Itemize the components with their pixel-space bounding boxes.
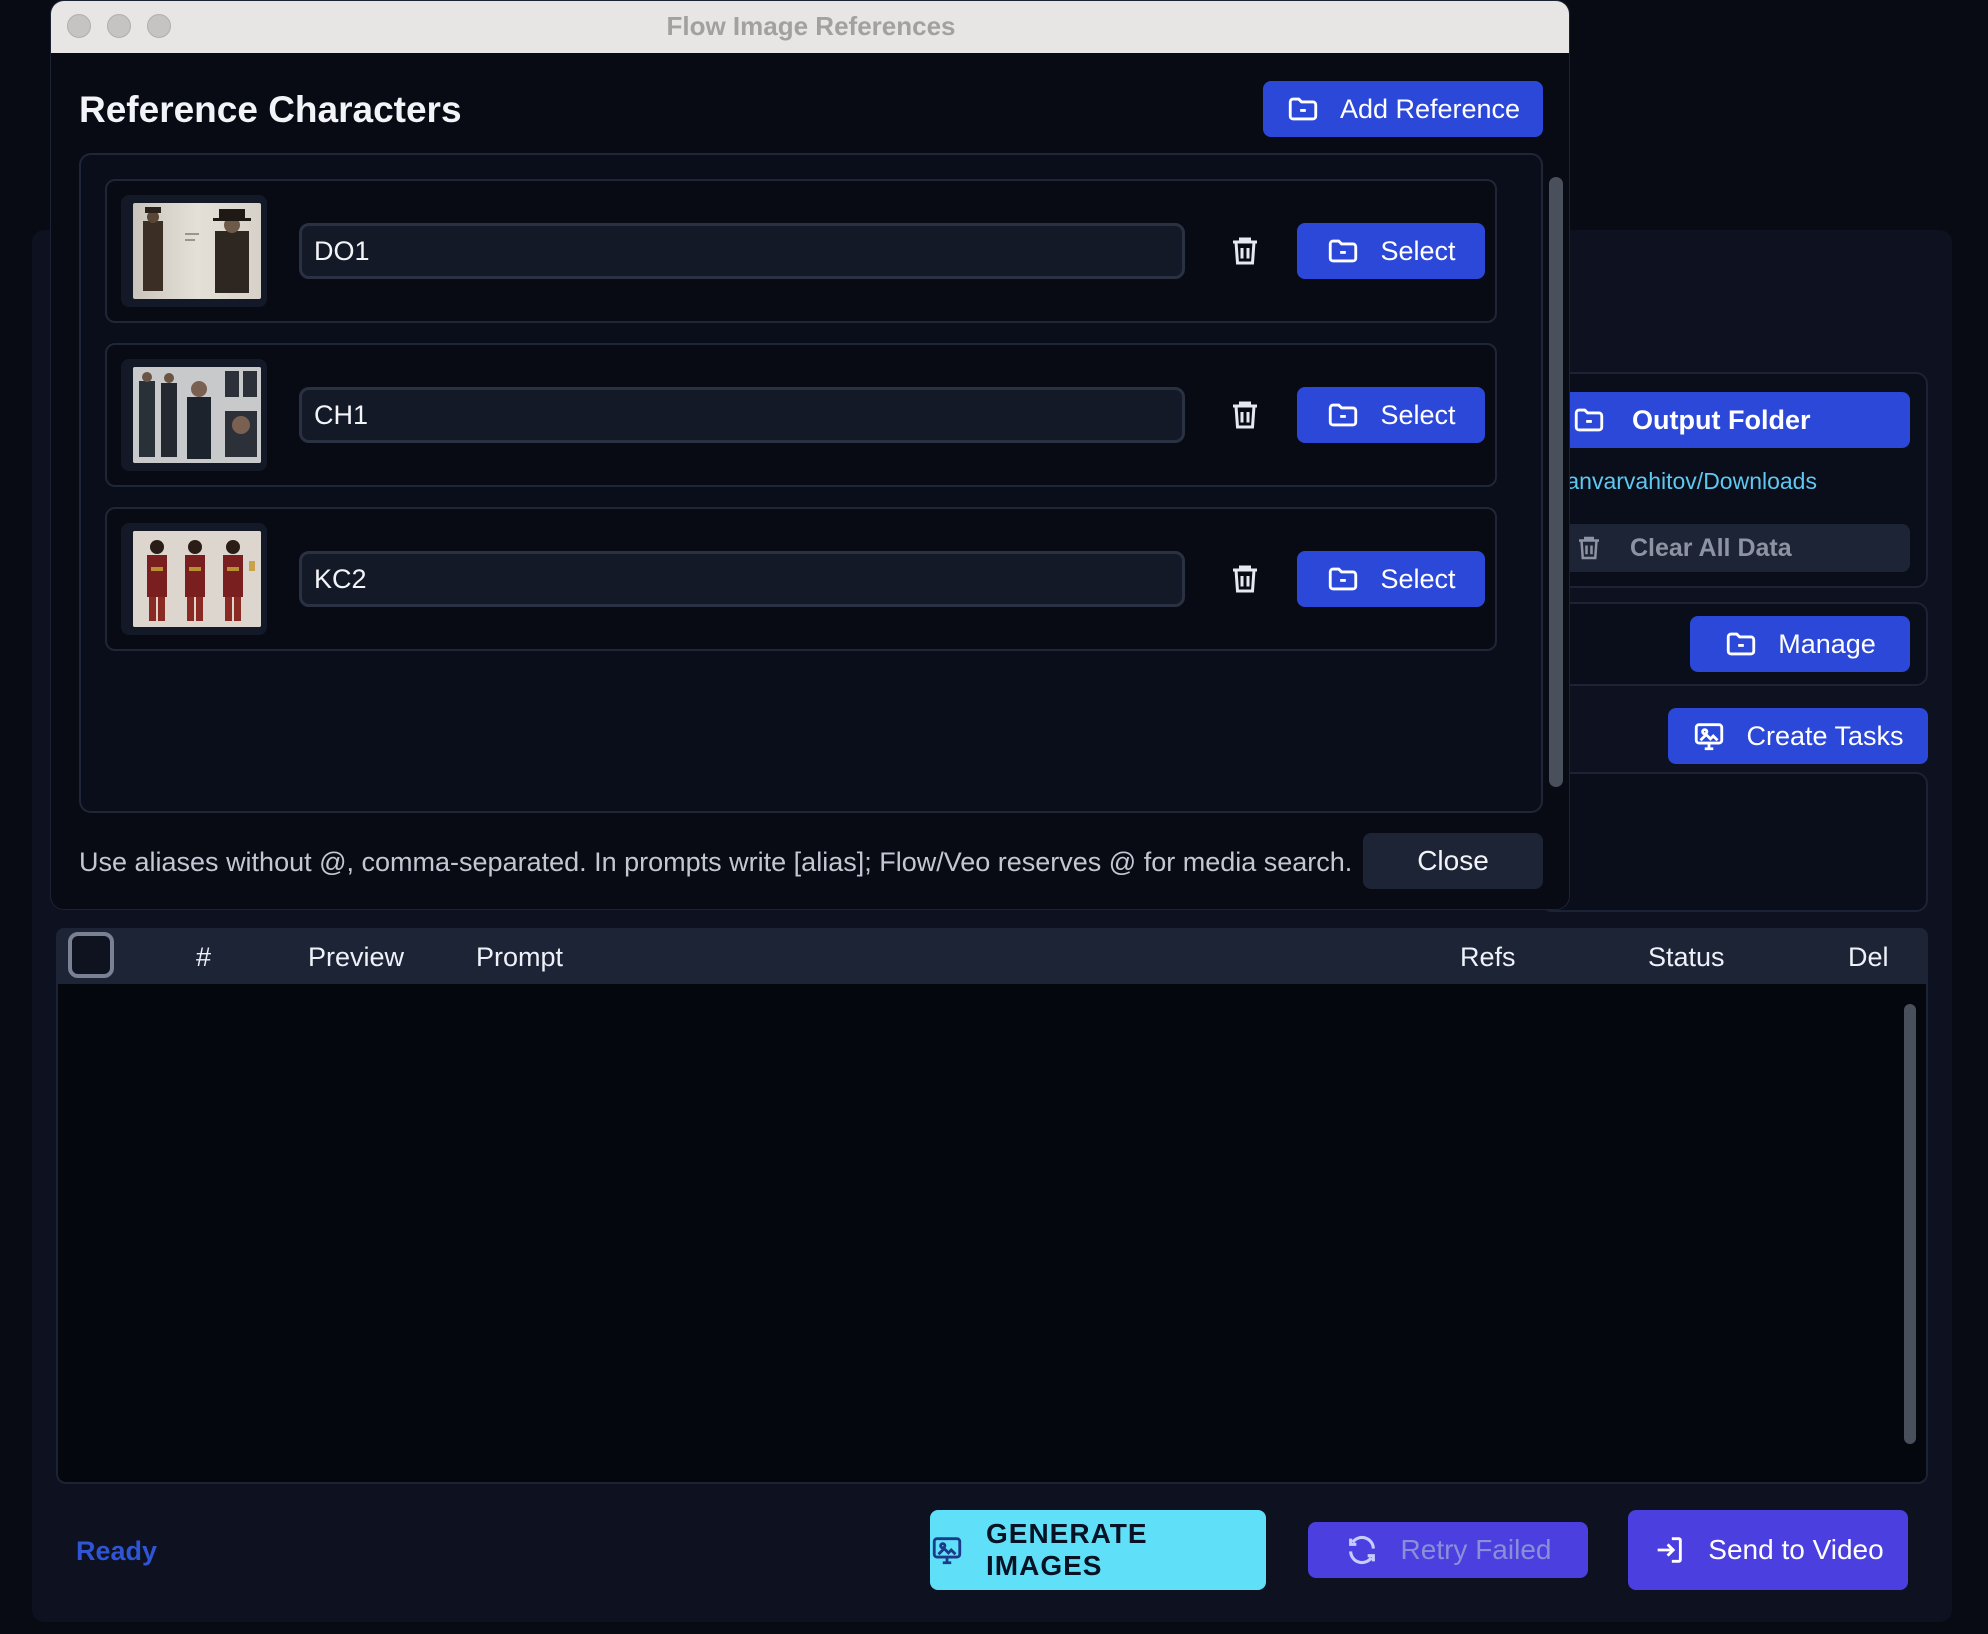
reference-thumbnail[interactable] <box>121 523 267 635</box>
reference-row: Select <box>105 507 1497 651</box>
status-text: Ready <box>76 1536 158 1566</box>
output-folder-label: Output Folder <box>1632 404 1811 435</box>
alias-input[interactable] <box>299 551 1185 607</box>
refresh-icon <box>1345 1533 1379 1567</box>
select-label: Select <box>1380 235 1456 266</box>
reference-row: Select <box>105 343 1497 487</box>
send-icon <box>1652 1533 1686 1567</box>
folder-icon <box>1326 562 1360 596</box>
clear-all-data-button[interactable]: Clear All Data <box>1558 524 1910 572</box>
reference-row: Select <box>105 179 1497 323</box>
folder-icon <box>1326 398 1360 432</box>
create-tasks-label: Create Tasks <box>1746 720 1904 751</box>
column-status[interactable]: Status <box>1648 942 1725 973</box>
reference-image <box>133 531 261 627</box>
generate-images-button[interactable]: GENERATE IMAGES <box>930 1510 1266 1590</box>
retry-failed-label: Retry Failed <box>1400 1534 1552 1565</box>
prompt-input-panel[interactable] <box>1540 772 1928 912</box>
dialog-heading: Reference Characters <box>79 89 462 130</box>
generate-images-label: GENERATE IMAGES <box>986 1518 1148 1581</box>
delete-reference-icon[interactable] <box>1227 231 1263 271</box>
select-image-button[interactable]: Select <box>1297 223 1485 279</box>
image-icon <box>1692 719 1726 753</box>
list-scrollbar[interactable] <box>1549 177 1563 787</box>
folder-icon <box>1724 627 1758 661</box>
tasks-table-header: # Preview Prompt Refs Status Del <box>56 928 1928 984</box>
tasks-table-body <box>56 984 1928 1484</box>
reference-image <box>133 203 261 299</box>
select-image-button[interactable]: Select <box>1297 387 1485 443</box>
references-dialog: Flow Image References Reference Characte… <box>50 0 1570 910</box>
title-bar: Flow Image References <box>51 1 1569 53</box>
trash-icon <box>1574 532 1604 564</box>
column-number[interactable]: # <box>196 942 211 973</box>
column-refs[interactable]: Refs <box>1460 942 1516 973</box>
folder-icon <box>1572 403 1606 437</box>
alias-input[interactable] <box>299 387 1185 443</box>
manage-panel: Manage <box>1540 602 1928 686</box>
reference-thumbnail[interactable] <box>121 195 267 307</box>
select-label: Select <box>1380 563 1456 594</box>
select-label: Select <box>1380 399 1456 430</box>
output-folder-panel: Output Folder /anvarvahitov/Downloads Cl… <box>1540 372 1928 588</box>
send-to-video-button[interactable]: Send to Video <box>1628 1510 1908 1590</box>
clear-all-data-label: Clear All Data <box>1630 533 1792 562</box>
reference-image <box>133 367 261 463</box>
add-reference-label: Add Reference <box>1339 93 1521 124</box>
alias-input[interactable] <box>299 223 1185 279</box>
column-prompt[interactable]: Prompt <box>476 942 563 973</box>
folder-icon <box>1286 92 1320 126</box>
image-icon <box>930 1533 964 1567</box>
manage-label: Manage <box>1778 628 1876 659</box>
send-to-video-label: Send to Video <box>1708 1534 1884 1565</box>
retry-failed-button[interactable]: Retry Failed <box>1308 1522 1588 1578</box>
add-reference-button[interactable]: Add Reference <box>1263 81 1543 137</box>
delete-reference-icon[interactable] <box>1227 559 1263 599</box>
column-preview[interactable]: Preview <box>308 942 404 973</box>
folder-icon <box>1326 234 1360 268</box>
output-folder-button[interactable]: Output Folder <box>1558 392 1910 448</box>
output-path-text: /anvarvahitov/Downloads <box>1560 468 1817 494</box>
delete-reference-icon[interactable] <box>1227 395 1263 435</box>
create-tasks-button[interactable]: Create Tasks <box>1668 708 1928 764</box>
reference-thumbnail[interactable] <box>121 359 267 471</box>
close-dialog-button[interactable]: Close <box>1363 833 1543 889</box>
alias-hint-text: Use aliases without @, comma-separated. … <box>79 847 1353 877</box>
column-delete[interactable]: Del <box>1848 942 1889 973</box>
reference-list: Select <box>79 153 1563 813</box>
select-all-checkbox[interactable] <box>68 932 114 978</box>
manage-button[interactable]: Manage <box>1690 616 1910 672</box>
select-image-button[interactable]: Select <box>1297 551 1485 607</box>
window-title: Flow Image References <box>666 11 956 41</box>
table-scrollbar[interactable] <box>1904 1004 1916 1444</box>
